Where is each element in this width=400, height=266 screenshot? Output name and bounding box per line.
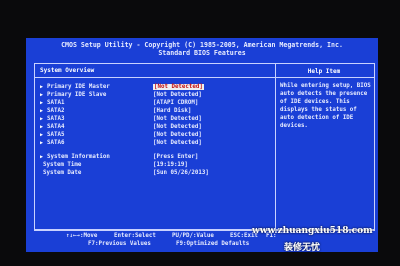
help-divider: [274, 77, 374, 78]
item-value: [Not Detected]: [153, 92, 202, 98]
section-divider: [35, 77, 275, 78]
item-label: Primary IDE Master: [47, 84, 110, 90]
triangle-right-icon: ▶: [40, 154, 44, 160]
sata2-item[interactable]: ▶ SATA2 [Hard Disk]: [39, 108, 271, 116]
triangle-right-icon: ▶: [40, 124, 44, 130]
page-title: Standard BIOS Features: [158, 49, 246, 57]
item-value: [Press Enter]: [153, 154, 199, 160]
sata4-item[interactable]: ▶ SATA4 [Not Detected]: [39, 124, 271, 132]
item-value: [ATAPI CDROM]: [153, 100, 199, 106]
item-value: [Hard Disk]: [153, 108, 192, 114]
primary-ide-slave-item[interactable]: ▶ Primary IDE Slave [Not Detected]: [39, 92, 271, 100]
watermark-url: www.zhuangxiu518.com: [252, 226, 373, 236]
system-information-item[interactable]: ▶ System Information [Press Enter]: [39, 154, 271, 162]
item-label: System Date: [43, 170, 82, 176]
watermark-name: 装修无忧: [284, 243, 321, 253]
help-title: Help Item: [307, 68, 341, 75]
triangle-right-icon: ▶: [40, 140, 44, 146]
sata6-item[interactable]: ▶ SATA6 [Not Detected]: [39, 140, 271, 148]
item-value: [Not Detected]: [153, 84, 204, 90]
help-text: While entering setup, BIOS auto detects …: [280, 83, 371, 129]
bios-title: CMOS Setup Utility - Copyright (C) 1985-…: [61, 41, 343, 49]
system-date-item[interactable]: System Date [Sun 05/26/2013]: [39, 170, 271, 178]
previous-values-hint: F7:Previous Values: [88, 241, 151, 247]
select-hint: Enter:Select: [114, 233, 156, 239]
item-label: Primary IDE Slave: [47, 92, 107, 98]
item-value: [Not Detected]: [153, 124, 202, 130]
sata1-item[interactable]: ▶ SATA1 [ATAPI CDROM]: [39, 100, 271, 108]
item-value: [Not Detected]: [153, 140, 202, 146]
section-title: System Overview: [40, 67, 95, 74]
item-label: System Information: [47, 154, 110, 160]
system-overview-panel: System Overview ▶ Primary IDE Master [No…: [34, 63, 276, 231]
item-value: [Not Detected]: [153, 132, 202, 138]
system-time-item[interactable]: System Time [19:19:19]: [39, 162, 271, 170]
triangle-right-icon: ▶: [40, 132, 44, 138]
triangle-right-icon: ▶: [40, 100, 44, 106]
item-value: [Sun 05/26/2013]: [153, 170, 209, 176]
item-label: SATA1: [47, 100, 65, 106]
triangle-right-icon: ▶: [40, 84, 44, 90]
item-label: SATA4: [47, 124, 65, 130]
triangle-right-icon: ▶: [40, 92, 44, 98]
value-hint: PU/PD/:Value: [172, 233, 214, 239]
item-label: SATA2: [47, 108, 65, 114]
help-panel: Help Item While entering setup, BIOS aut…: [274, 63, 375, 231]
item-label: SATA6: [47, 140, 65, 146]
item-value: [19:19:19]: [153, 162, 188, 168]
item-label: SATA5: [47, 132, 65, 138]
sata3-item[interactable]: ▶ SATA3 [Not Detected]: [39, 116, 271, 124]
item-label: System Time: [43, 162, 82, 168]
move-hint: ↑↓←→:Move: [66, 233, 98, 239]
optimized-defaults-hint: F9:Optimized Defaults: [176, 241, 250, 247]
primary-ide-master-item[interactable]: ▶ Primary IDE Master [Not Detected]: [39, 84, 271, 92]
triangle-right-icon: ▶: [40, 108, 44, 114]
triangle-right-icon: ▶: [40, 116, 44, 122]
bios-screen: CMOS Setup Utility - Copyright (C) 1985-…: [26, 38, 378, 252]
item-value: [Not Detected]: [153, 116, 202, 122]
sata5-item[interactable]: ▶ SATA5 [Not Detected]: [39, 132, 271, 140]
item-label: SATA3: [47, 116, 65, 122]
